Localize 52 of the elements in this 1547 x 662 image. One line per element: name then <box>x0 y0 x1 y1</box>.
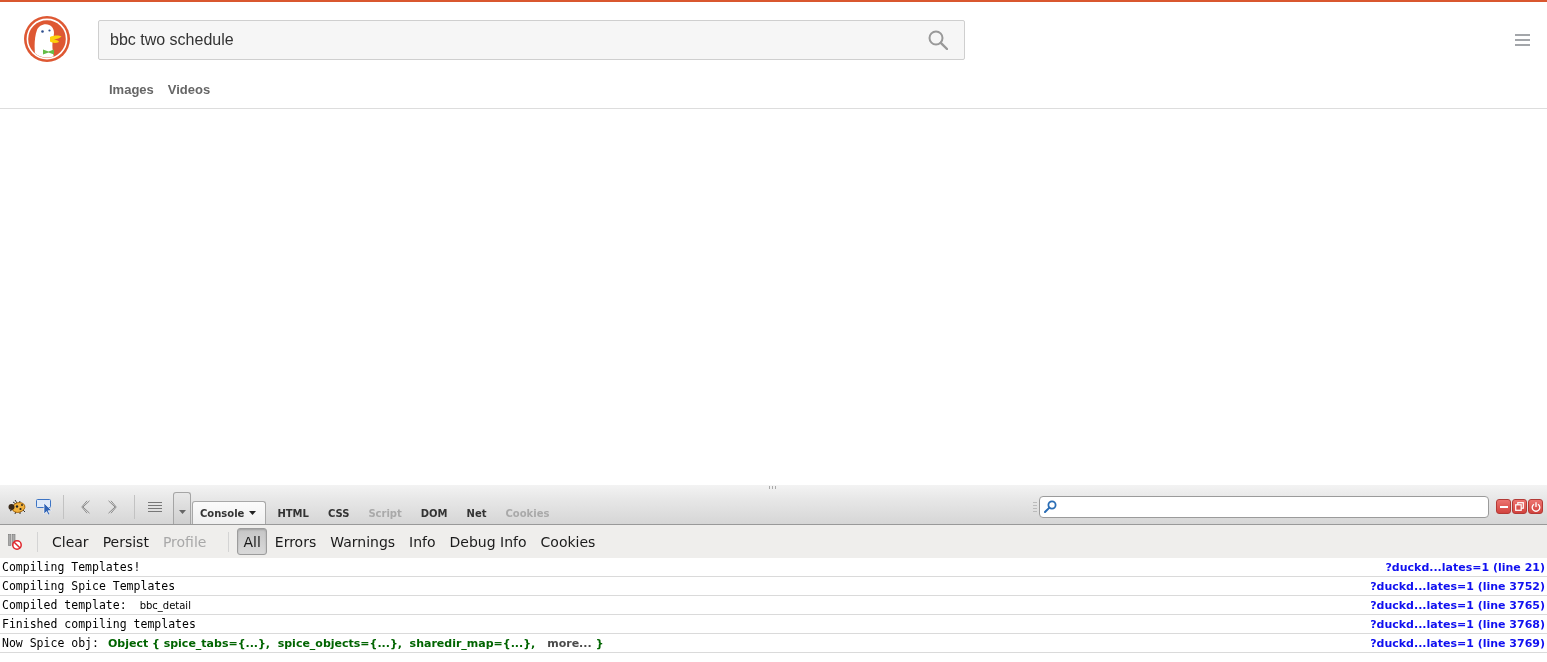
source-link[interactable]: ?duckd...lates=1 (line 3752) <box>1370 579 1545 593</box>
console-button[interactable]: Clear <box>46 528 95 555</box>
filter-button[interactable]: All <box>237 528 267 555</box>
nav-link[interactable]: Videos <box>167 82 211 98</box>
restore-button[interactable] <box>1512 499 1527 514</box>
chevron-right-icon[interactable] <box>107 499 117 514</box>
squares-icon <box>1515 502 1524 511</box>
source-link[interactable]: ?duckd...lates=1 (line 3768) <box>1370 617 1545 631</box>
console-button[interactable]: Persist <box>96 528 155 555</box>
dropdown-button[interactable] <box>173 492 191 524</box>
grip-icon <box>1033 501 1037 512</box>
log-message: Compiling Templates! <box>2 560 141 574</box>
console-search-field[interactable] <box>1039 495 1489 518</box>
filter-button[interactable]: Errors <box>268 528 323 555</box>
panel-tab[interactable]: CSS <box>318 501 359 524</box>
cursor-icon[interactable] <box>36 498 54 515</box>
source-link[interactable]: ?duckd...lates=1 (line 21) <box>1385 560 1545 574</box>
filter-button[interactable]: Warnings <box>324 528 402 555</box>
filter-button[interactable]: Info <box>403 528 442 555</box>
caret-icon[interactable] <box>249 511 257 515</box>
menu-icon[interactable] <box>1515 34 1530 46</box>
minus-icon <box>1499 505 1508 508</box>
filter-button[interactable]: Cookies <box>534 528 602 555</box>
log-argument: bbc_detail <box>139 599 191 611</box>
filter-button[interactable]: Debug Info <box>443 528 533 555</box>
minimize-button[interactable] <box>1496 499 1511 514</box>
caret-icon <box>178 509 186 514</box>
list-icon[interactable] <box>148 501 162 512</box>
log-message: Compiled template: <box>2 598 127 612</box>
panel-tab[interactable]: Console <box>192 501 267 524</box>
closing-brace: } <box>595 636 604 650</box>
power-icon <box>1530 501 1541 512</box>
nav-link[interactable]: Images <box>109 82 154 98</box>
duck-logo-icon[interactable] <box>24 16 70 62</box>
source-link[interactable]: ?duckd...lates=1 (line 3765) <box>1370 598 1545 612</box>
log-message: Finished compiling templates <box>2 617 196 631</box>
pause-prohibited-icon[interactable] <box>8 534 22 550</box>
log-message: Compiling Spice Templates <box>2 579 176 593</box>
resize-grip-icon[interactable] <box>769 486 777 489</box>
bug-icon[interactable] <box>7 498 27 515</box>
object-preview[interactable]: Object { spice_tabs={...}, spice_objects={...}, sharedir_map={...}, <box>107 636 536 650</box>
panel-tab[interactable]: HTML <box>268 501 318 524</box>
search-field[interactable]: bbc two schedule <box>98 20 965 60</box>
log-message: Now Spice obj: <box>2 636 99 650</box>
chevron-left-icon[interactable] <box>81 499 91 514</box>
more-link[interactable]: more... <box>547 636 592 650</box>
search-icon <box>1044 499 1057 513</box>
search-icon[interactable] <box>928 30 948 50</box>
source-link[interactable]: ?duckd...lates=1 (line 3769) <box>1370 636 1545 650</box>
close-button[interactable] <box>1528 499 1543 514</box>
panel-tab[interactable]: Net <box>457 501 496 524</box>
panel-tab[interactable]: DOM <box>411 501 457 524</box>
